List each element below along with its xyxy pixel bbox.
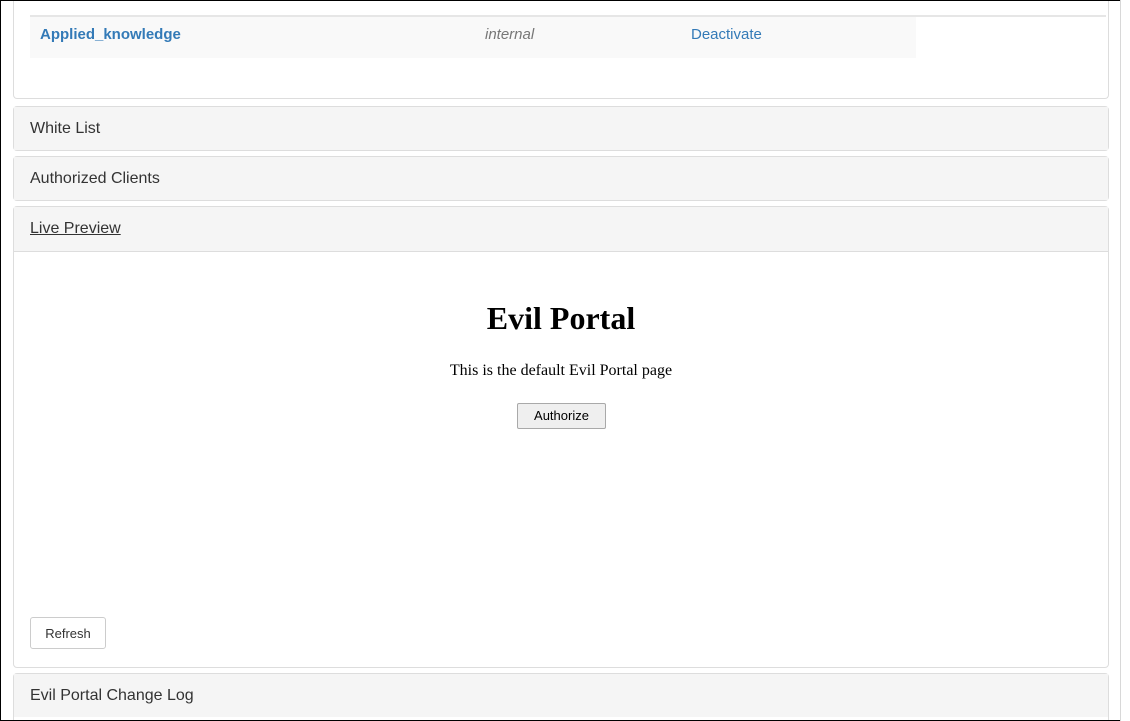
live-preview-link[interactable]: Live Preview — [30, 220, 121, 237]
portal-description: This is the default Evil Portal page — [449, 362, 673, 379]
portal-list-panel: Applied_knowledge internal Deactivate — [13, 1, 1109, 99]
live-preview-panel: Live Preview Evil Portal This is the def… — [13, 206, 1109, 668]
authorize-button[interactable]: Authorize — [517, 403, 606, 429]
authorized-clients-heading[interactable]: Authorized Clients — [14, 157, 1108, 200]
portal-title: Evil Portal — [486, 300, 636, 336]
authorized-clients-panel: Authorized Clients — [13, 156, 1109, 201]
preview-body: Evil Portal This is the default Evil Por… — [14, 252, 1108, 667]
scrollbar-track[interactable] — [1120, 0, 1130, 721]
refresh-button[interactable]: Refresh — [30, 617, 106, 649]
portal-type-label: internal — [485, 26, 535, 43]
white-list-panel: White List — [13, 106, 1109, 151]
page-frame: Applied_knowledge internal Deactivate Wh… — [0, 0, 1130, 721]
portal-name-link[interactable]: Applied_knowledge — [40, 17, 181, 53]
change-log-panel: Evil Portal Change Log — [13, 673, 1109, 720]
live-preview-heading: Live Preview — [14, 207, 1108, 252]
white-list-heading[interactable]: White List — [14, 107, 1108, 150]
table-row: Applied_knowledge internal Deactivate — [30, 17, 916, 58]
deactivate-link[interactable]: Deactivate — [691, 17, 762, 53]
change-log-heading[interactable]: Evil Portal Change Log — [14, 674, 1108, 717]
